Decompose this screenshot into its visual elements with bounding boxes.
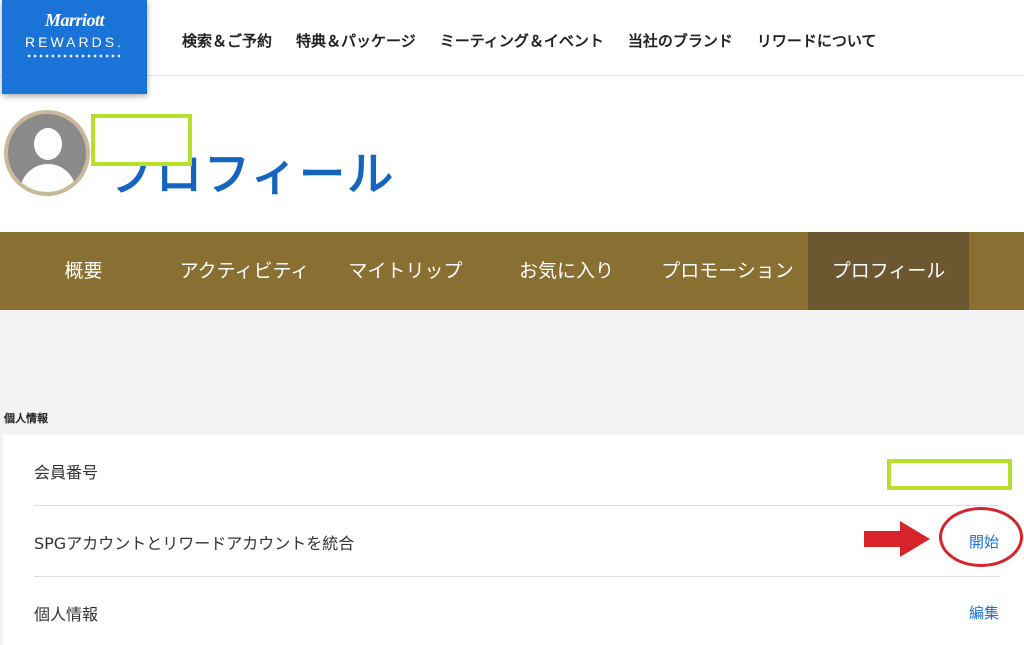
logo-dots-decoration: [26, 54, 123, 58]
red-circle-annotation: [939, 507, 1023, 567]
nav-our-brands[interactable]: 当社のブランド: [628, 30, 733, 51]
section-label-personal-info: 個人情報: [4, 412, 48, 425]
redaction-box-name: [91, 114, 192, 166]
nav-search-booking[interactable]: 検索＆ご予約: [182, 30, 272, 51]
tab-my-trips[interactable]: マイトリップ: [325, 232, 486, 310]
personal-info-label: 個人情報: [34, 605, 99, 624]
tab-favorites[interactable]: お気に入り: [486, 232, 647, 310]
nav-offers-packages[interactable]: 特典＆パッケージ: [296, 30, 416, 51]
row-personal-info: 個人情報 編集: [34, 577, 999, 645]
tab-promotions[interactable]: プロモーション: [647, 232, 808, 310]
tab-profile[interactable]: プロフィール: [808, 232, 969, 310]
top-navigation: 検索＆ご予約 特典＆パッケージ ミーティング＆イベント 当社のブランド リワード…: [182, 30, 876, 51]
edit-personal-info-link[interactable]: 編集: [969, 602, 999, 623]
member-number-label: 会員番号: [34, 463, 99, 482]
nav-meetings-events[interactable]: ミーティング＆イベント: [440, 30, 604, 51]
red-arrow-annotation-icon: [864, 521, 930, 557]
logo-rewards-text: REWARDS.: [25, 34, 124, 50]
avatar-head-shape: [34, 128, 62, 160]
site-header: Marriott REWARDS. 検索＆ご予約 特典＆パッケージ ミーティング…: [0, 0, 1024, 94]
row-member-number: 会員番号: [34, 435, 999, 506]
redaction-box-member-number: [887, 459, 1012, 490]
marriott-rewards-logo[interactable]: Marriott REWARDS.: [2, 0, 147, 94]
avatar[interactable]: [4, 110, 90, 196]
avatar-body-shape: [20, 164, 76, 192]
tab-overview[interactable]: 概要: [3, 232, 164, 310]
merge-accounts-label: SPGアカウントとリワードアカウントを統合: [34, 534, 355, 553]
profile-tabs: 概要 アクティビティ マイトリップ お気に入り プロモーション プロフィール: [0, 232, 1024, 310]
logo-brand-text: Marriott: [44, 10, 105, 30]
row-merge-accounts: SPGアカウントとリワードアカウントを統合 開始: [34, 506, 999, 577]
nav-about-rewards[interactable]: リワードについて: [757, 30, 877, 51]
tab-activity[interactable]: アクティビティ: [164, 232, 325, 310]
